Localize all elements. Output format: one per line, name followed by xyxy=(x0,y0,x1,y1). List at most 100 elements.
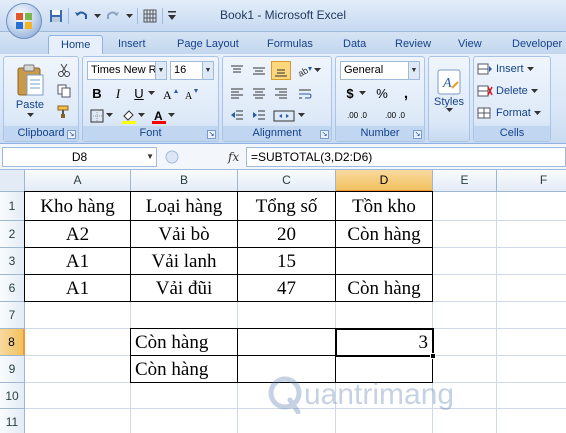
cell-b3[interactable]: Vải lanh xyxy=(131,248,238,275)
cell-d6[interactable]: Còn hàng xyxy=(336,275,433,302)
orientation-dropdown-icon[interactable] xyxy=(313,61,321,80)
cell-f3[interactable] xyxy=(497,248,566,275)
cell-e1[interactable] xyxy=(433,192,497,221)
paste-button[interactable]: Paste xyxy=(8,59,52,121)
cell-f2[interactable] xyxy=(497,221,566,248)
cell-e2[interactable] xyxy=(433,221,497,248)
tab-home[interactable]: Home xyxy=(48,35,104,54)
font-color-icon[interactable]: A xyxy=(149,106,169,125)
number-format-combo[interactable]: General ▼ xyxy=(340,61,420,80)
cell-e7[interactable] xyxy=(433,302,497,329)
font-size-combo[interactable]: 16 ▼ xyxy=(170,61,214,80)
row-header-11[interactable]: 11 xyxy=(0,409,25,433)
cell-c2[interactable]: 20 xyxy=(238,221,336,248)
column-header-b[interactable]: B xyxy=(131,170,238,192)
office-button[interactable] xyxy=(6,3,42,39)
column-header-e[interactable]: E xyxy=(433,170,497,192)
delete-cells-button[interactable]: Delete xyxy=(476,82,548,100)
row-header-2[interactable]: 2 xyxy=(0,221,25,248)
cell-e6[interactable] xyxy=(433,275,497,302)
cell-a2[interactable]: A2 xyxy=(25,221,131,248)
cell-a3[interactable]: A1 xyxy=(25,248,131,275)
cell-a11[interactable] xyxy=(25,409,131,433)
row-header-3[interactable]: 3 xyxy=(0,248,25,275)
comma-style-button[interactable]: , xyxy=(396,84,416,103)
cell-f6[interactable] xyxy=(497,275,566,302)
cell-f9[interactable] xyxy=(497,356,566,383)
cell-d2[interactable]: Còn hàng xyxy=(336,221,433,248)
format-painter-icon[interactable] xyxy=(54,102,74,121)
cell-d7[interactable] xyxy=(336,302,433,329)
cell-a7[interactable] xyxy=(25,302,131,329)
cell-a1[interactable]: Kho hàng xyxy=(25,192,131,221)
select-all-corner[interactable] xyxy=(0,170,25,192)
column-header-f[interactable]: F xyxy=(497,170,566,192)
merge-center-dropdown-icon[interactable] xyxy=(297,106,305,125)
decrease-indent-icon[interactable] xyxy=(227,106,247,125)
row-header-10[interactable]: 10 xyxy=(0,383,25,409)
bold-button[interactable]: B xyxy=(87,84,107,103)
column-header-c[interactable]: C xyxy=(238,170,336,192)
cell-a9[interactable] xyxy=(25,356,131,383)
align-center-icon[interactable] xyxy=(249,84,269,103)
italic-button[interactable]: I xyxy=(108,84,128,103)
currency-dropdown-icon[interactable] xyxy=(358,84,366,103)
alignment-launcher-icon[interactable]: ↘ xyxy=(320,130,329,139)
font-size-dropdown-icon[interactable]: ▼ xyxy=(202,62,213,79)
cell-e3[interactable] xyxy=(433,248,497,275)
fill-handle[interactable] xyxy=(430,353,436,359)
cell-b10[interactable] xyxy=(131,383,238,409)
copy-icon[interactable] xyxy=(54,81,74,100)
number-launcher-icon[interactable]: ↘ xyxy=(413,130,422,139)
orientation-icon[interactable]: ab xyxy=(295,61,315,80)
fill-color-icon[interactable] xyxy=(119,106,139,125)
font-name-combo[interactable]: Times New Ro ▼ xyxy=(87,61,167,80)
font-launcher-icon[interactable]: ↘ xyxy=(207,130,216,139)
align-right-icon[interactable] xyxy=(271,84,291,103)
currency-button[interactable]: $ xyxy=(340,84,360,103)
cell-d8[interactable]: 3 xyxy=(336,329,433,356)
increase-indent-icon[interactable] xyxy=(249,106,269,125)
cell-b9[interactable]: Còn hàng xyxy=(131,356,238,383)
cell-f1[interactable] xyxy=(497,192,566,221)
cut-icon[interactable] xyxy=(54,60,74,79)
clipboard-launcher-icon[interactable]: ↘ xyxy=(67,130,76,139)
row-header-7[interactable]: 7 xyxy=(0,302,25,329)
tab-page-layout[interactable]: Page Layout xyxy=(177,35,239,54)
column-header-a[interactable]: A xyxy=(25,170,131,192)
row-header-8[interactable]: 8 xyxy=(0,329,25,356)
column-header-d[interactable]: D xyxy=(336,170,433,192)
cell-b7[interactable] xyxy=(131,302,238,329)
font-color-dropdown-icon[interactable] xyxy=(167,106,175,125)
cell-b8[interactable]: Còn hàng xyxy=(131,329,238,356)
align-middle-icon[interactable] xyxy=(249,61,269,80)
shrink-font-icon[interactable]: A xyxy=(182,84,202,103)
formula-input[interactable]: =SUBTOTAL(3,D2:D6) xyxy=(246,147,566,167)
align-left-icon[interactable] xyxy=(227,84,247,103)
cell-f11[interactable] xyxy=(497,409,566,433)
row-header-9[interactable]: 9 xyxy=(0,356,25,383)
cell-f10[interactable] xyxy=(497,383,566,409)
font-name-dropdown-icon[interactable]: ▼ xyxy=(155,62,166,79)
underline-dropdown-icon[interactable] xyxy=(147,84,155,103)
tab-review[interactable]: Review xyxy=(395,35,431,54)
name-box[interactable]: D8 ▼ xyxy=(2,147,157,167)
styles-button[interactable]: A Styles xyxy=(431,59,467,121)
cell-f8[interactable] xyxy=(497,329,566,356)
cell-d3[interactable] xyxy=(336,248,433,275)
decrease-decimal-button[interactable]: .00 .0 xyxy=(378,106,412,125)
cell-a10[interactable] xyxy=(25,383,131,409)
cell-b11[interactable] xyxy=(131,409,238,433)
tab-developer[interactable]: Developer xyxy=(512,35,562,54)
cell-f7[interactable] xyxy=(497,302,566,329)
wrap-text-icon[interactable] xyxy=(295,84,315,103)
insert-function-icon[interactable]: fx xyxy=(228,150,239,164)
cell-c7[interactable] xyxy=(238,302,336,329)
cell-a8[interactable] xyxy=(25,329,131,356)
cell-a6[interactable]: A1 xyxy=(25,275,131,302)
format-cells-button[interactable]: Format xyxy=(476,104,548,122)
underline-button[interactable]: U xyxy=(129,84,149,103)
percent-button[interactable]: % xyxy=(372,84,392,103)
cell-b1[interactable]: Loại hàng xyxy=(131,192,238,221)
tab-insert[interactable]: Insert xyxy=(118,35,146,54)
